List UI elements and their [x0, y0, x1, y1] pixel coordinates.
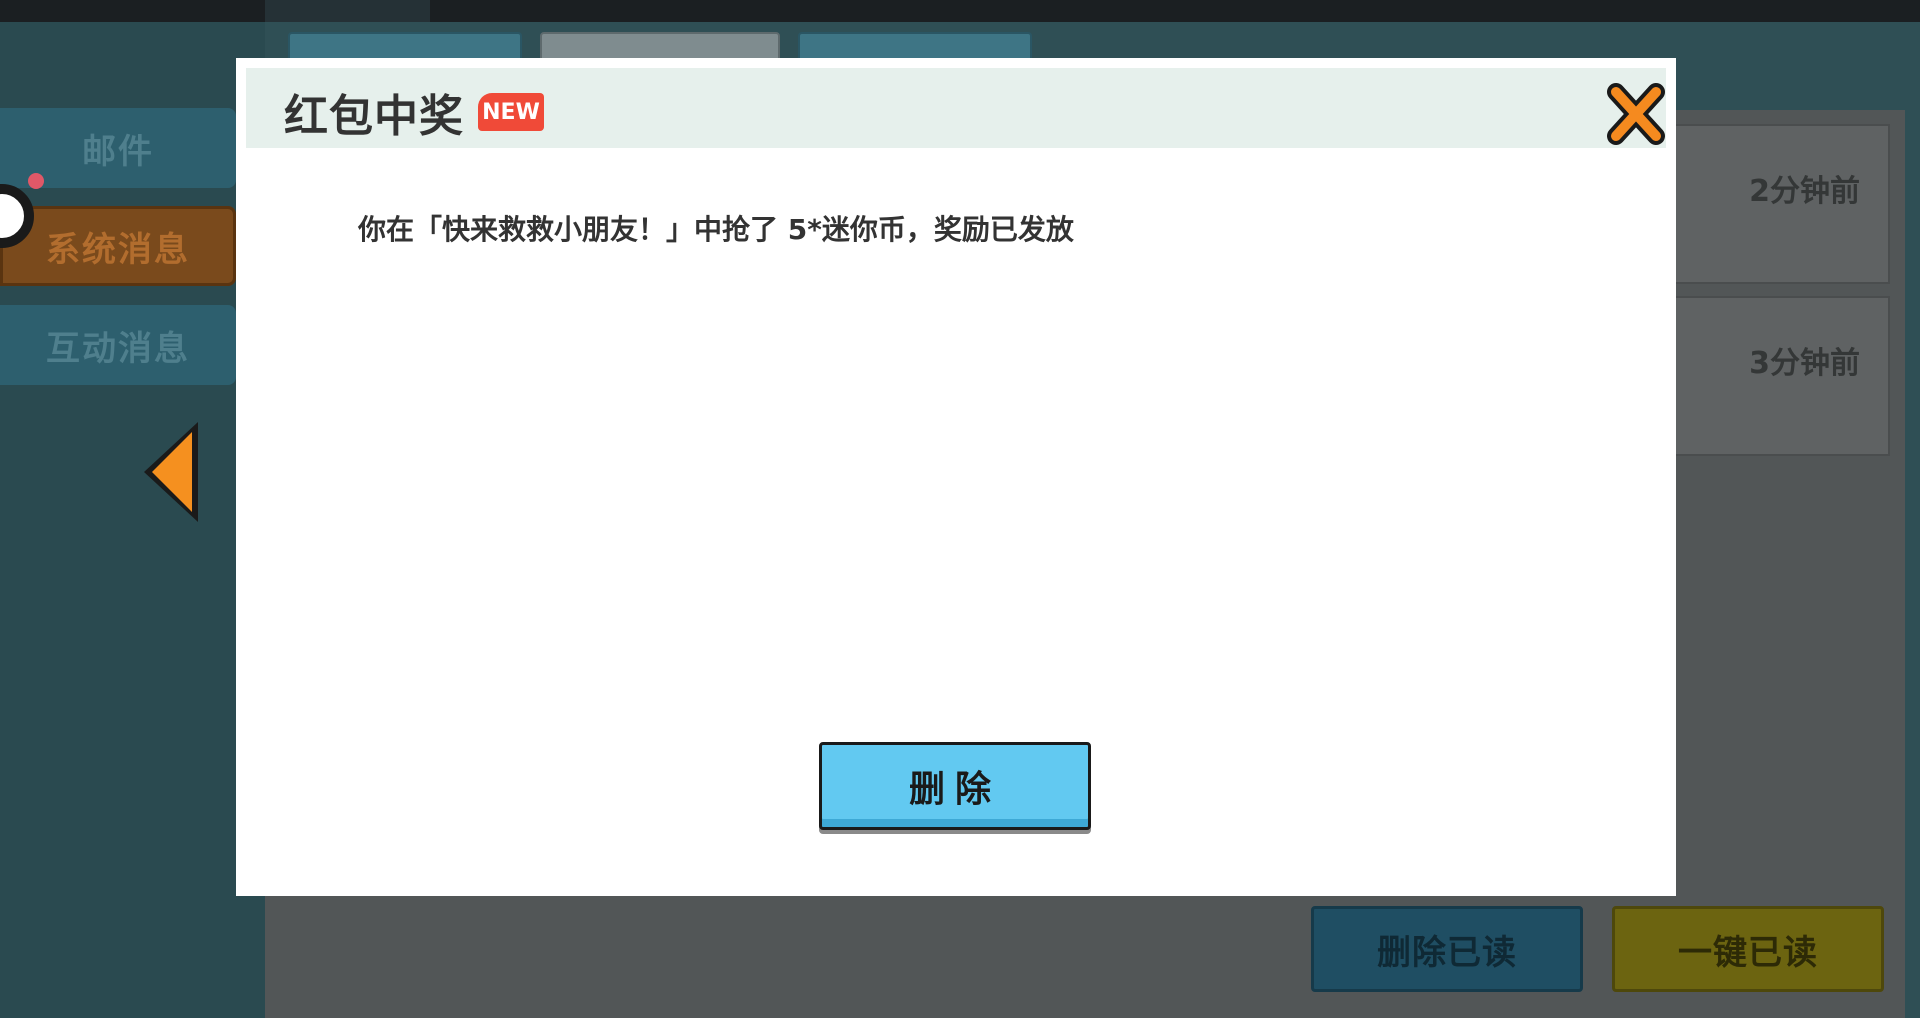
dialog-message: 你在「快来救救小朋友！」中抢了 5*迷你币，奖励已发放	[358, 213, 1074, 246]
list-item[interactable]: 2分钟前	[1660, 124, 1890, 284]
list-item[interactable]: 3分钟前	[1660, 296, 1890, 456]
sidebar-item-label: 系统消息	[46, 229, 190, 270]
dialog-title: 红包中奖	[284, 91, 464, 142]
close-icon[interactable]	[1606, 82, 1666, 146]
message-detail-dialog: 红包中奖 NEW 你在「快来救救小朋友！」中抢了 5*迷你币，奖励已发放 删除	[236, 58, 1676, 896]
delete-read-button[interactable]: 删除已读	[1311, 906, 1583, 992]
mark-all-read-button[interactable]: 一键已读	[1612, 906, 1884, 992]
delete-button[interactable]: 删除	[819, 742, 1091, 830]
back-arrow-icon[interactable]	[140, 420, 200, 524]
top-bar	[0, 0, 1920, 22]
top-bar-segment	[265, 0, 430, 22]
message-time: 2分钟前	[1749, 174, 1860, 209]
sidebar-item-label: 邮件	[82, 131, 154, 172]
dialog-header: 红包中奖 NEW	[246, 68, 1666, 148]
new-badge: NEW	[478, 93, 544, 131]
message-time: 3分钟前	[1749, 346, 1860, 381]
sidebar-item-label: 互动消息	[46, 328, 190, 369]
sidebar-item-system-messages[interactable]: 系统消息	[0, 206, 236, 286]
notification-dot	[28, 173, 44, 189]
sidebar-item-interaction-messages[interactable]: 互动消息	[0, 305, 236, 385]
